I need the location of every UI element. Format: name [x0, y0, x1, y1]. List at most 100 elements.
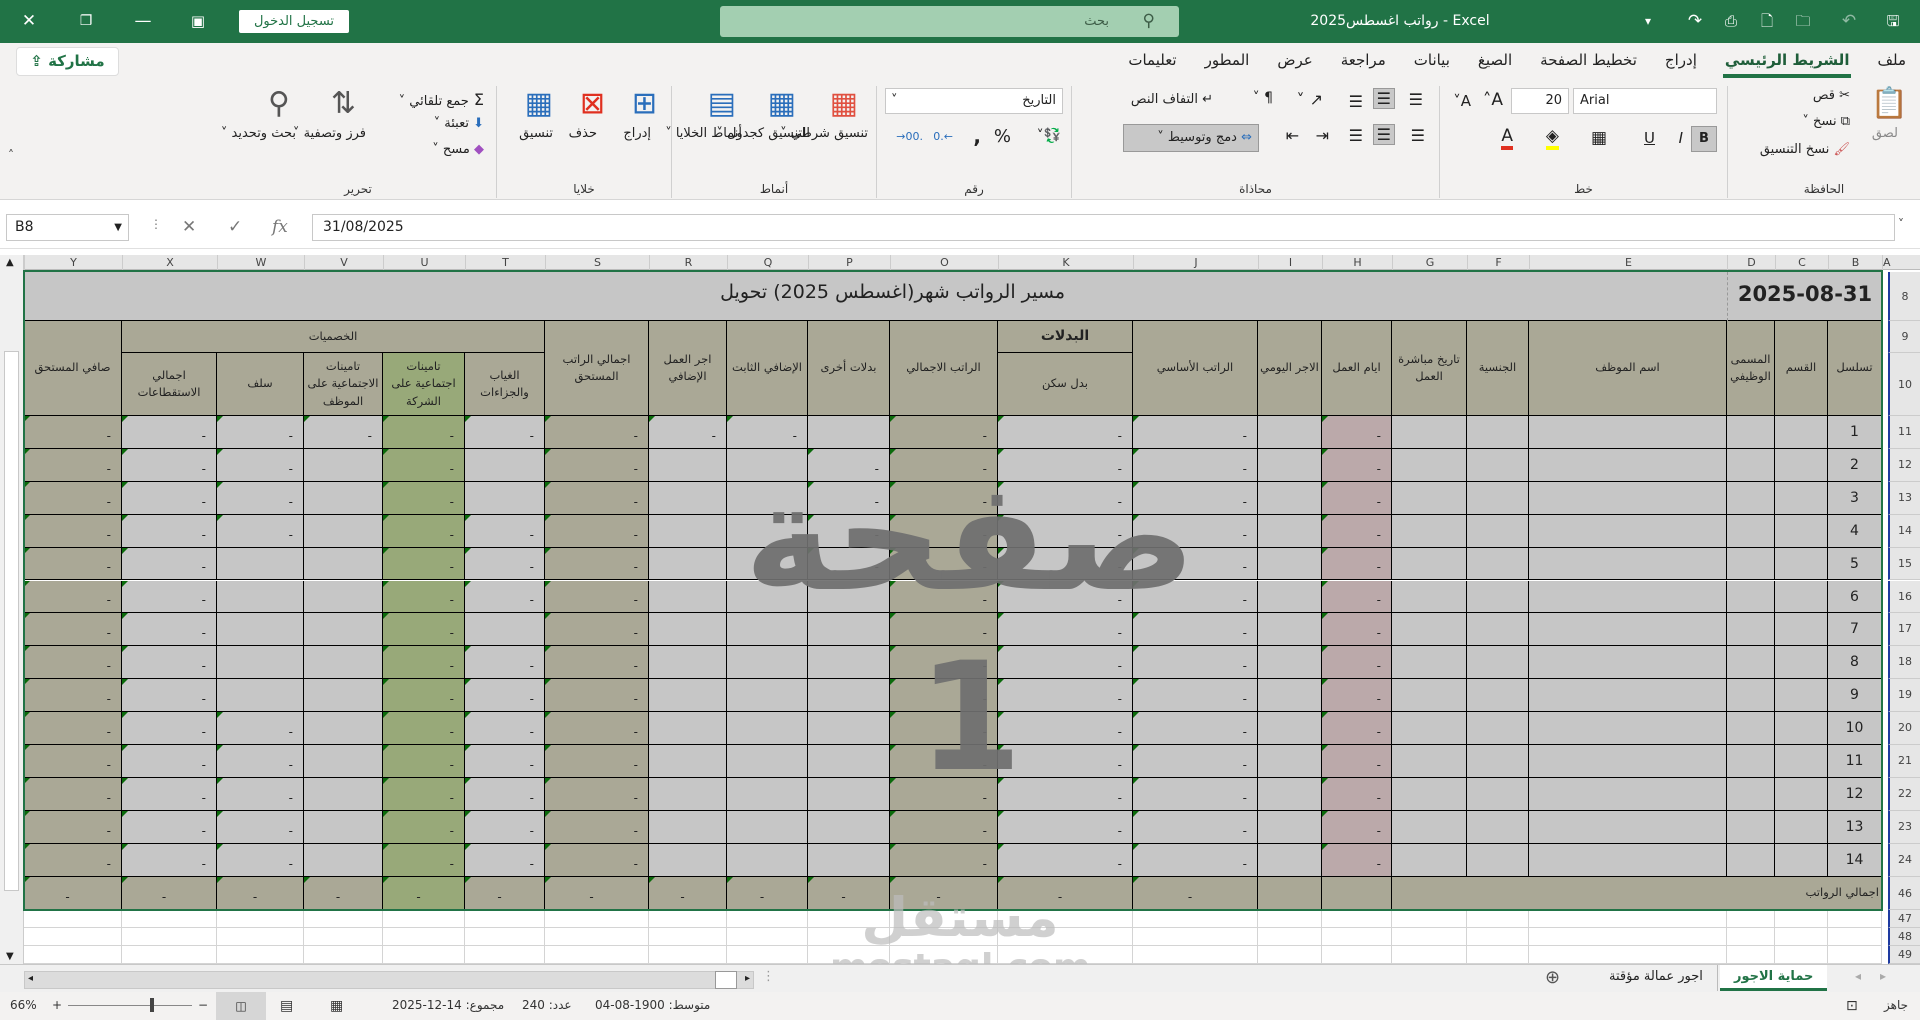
- empty-cell[interactable]: [1258, 910, 1322, 928]
- data-cell-I[interactable]: [1258, 416, 1322, 449]
- row-header-49[interactable]: 49: [1888, 946, 1920, 964]
- data-cell-C[interactable]: [1775, 712, 1828, 745]
- data-cell-U[interactable]: -: [383, 810, 465, 844]
- data-cell-F[interactable]: [1467, 777, 1529, 811]
- data-cell-P[interactable]: [808, 580, 890, 614]
- data-cell-V[interactable]: [304, 777, 383, 811]
- serial-cell[interactable]: 2: [1828, 448, 1882, 482]
- empty-cell[interactable]: [1828, 928, 1882, 946]
- empty-cell[interactable]: [1828, 946, 1882, 964]
- data-cell-I[interactable]: [1258, 514, 1322, 548]
- data-cell-O[interactable]: -: [890, 679, 998, 713]
- data-cell-I[interactable]: [1258, 481, 1322, 515]
- open-folder-icon[interactable]: 🗀: [1790, 8, 1816, 34]
- data-cell-O[interactable]: -: [890, 547, 998, 581]
- column-header-J[interactable]: J: [1133, 255, 1258, 270]
- data-cell-D[interactable]: [1727, 580, 1775, 614]
- data-cell-K[interactable]: -: [998, 580, 1133, 614]
- data-cell-G[interactable]: [1392, 646, 1467, 680]
- data-cell-U[interactable]: -: [383, 646, 465, 680]
- column-header-B[interactable]: B: [1828, 255, 1882, 270]
- data-cell-G[interactable]: [1392, 613, 1467, 647]
- data-cell-Q[interactable]: [727, 613, 808, 647]
- row-header-20[interactable]: 20: [1888, 712, 1920, 745]
- column-header-E[interactable]: E: [1529, 255, 1727, 270]
- empty-cell[interactable]: [217, 910, 304, 928]
- empty-cell[interactable]: [465, 910, 545, 928]
- data-cell-O[interactable]: -: [890, 514, 998, 548]
- zoom-out-icon[interactable]: −: [198, 998, 208, 1012]
- zoom-level[interactable]: 66%: [10, 998, 37, 1012]
- paste-icon[interactable]: 📋: [1871, 86, 1908, 121]
- empty-cell[interactable]: [890, 910, 998, 928]
- empty-cell[interactable]: [465, 946, 545, 964]
- row-header-9[interactable]: 9: [1888, 321, 1920, 353]
- empty-cell[interactable]: [383, 910, 465, 928]
- empty-cell[interactable]: [1392, 928, 1467, 946]
- data-cell-W[interactable]: [217, 580, 304, 614]
- data-cell-Q[interactable]: [727, 843, 808, 877]
- search-box[interactable]: ⚲ بحث: [720, 6, 1179, 37]
- data-cell-F[interactable]: [1467, 481, 1529, 515]
- data-cell-S[interactable]: -: [545, 777, 649, 811]
- ribbon-tab-0[interactable]: ملف: [1863, 43, 1920, 80]
- data-cell-F[interactable]: [1467, 416, 1529, 449]
- data-cell-K[interactable]: -: [998, 679, 1133, 713]
- data-cell-J[interactable]: -: [1133, 547, 1258, 581]
- data-cell-D[interactable]: [1727, 613, 1775, 647]
- fill-color-icon[interactable]: ◈: [1545, 126, 1559, 150]
- row-header-47[interactable]: 47: [1888, 910, 1920, 928]
- zoom-slider[interactable]: [68, 1005, 192, 1006]
- zoom-slider-thumb[interactable]: [150, 998, 154, 1012]
- serial-cell[interactable]: 8: [1828, 646, 1882, 680]
- data-cell-K[interactable]: -: [998, 810, 1133, 844]
- empty-cell[interactable]: [1258, 946, 1322, 964]
- data-cell-D[interactable]: [1727, 448, 1775, 482]
- data-cell-O[interactable]: -: [890, 580, 998, 614]
- align-middle-icon[interactable]: ☰: [1372, 88, 1395, 109]
- data-cell-V[interactable]: [304, 547, 383, 581]
- data-cell-F[interactable]: [1467, 810, 1529, 844]
- data-cell-Q[interactable]: [727, 514, 808, 548]
- data-cell-R[interactable]: -: [649, 416, 727, 449]
- serial-cell[interactable]: 10: [1828, 712, 1882, 745]
- empty-cell[interactable]: [122, 910, 217, 928]
- serial-cell[interactable]: 1: [1828, 416, 1882, 449]
- total-cell-S[interactable]: -: [545, 877, 649, 910]
- data-cell-K[interactable]: -: [998, 481, 1133, 515]
- sheet-tab-wage-protection[interactable]: حماية الاجور: [1720, 965, 1828, 991]
- total-cell-H[interactable]: [1322, 877, 1392, 910]
- data-cell-F[interactable]: [1467, 843, 1529, 877]
- data-cell-T[interactable]: [465, 481, 545, 515]
- data-cell-P[interactable]: [808, 777, 890, 811]
- data-cell-C[interactable]: [1775, 810, 1828, 844]
- column-header-W[interactable]: W: [217, 255, 304, 270]
- data-cell-R[interactable]: [649, 514, 727, 548]
- customize-quick-access-icon[interactable]: ▾: [1635, 8, 1661, 34]
- font-color-icon[interactable]: A: [1501, 126, 1513, 150]
- column-header-T[interactable]: T: [465, 255, 545, 270]
- data-cell-D[interactable]: [1727, 843, 1775, 877]
- data-cell-O[interactable]: -: [890, 416, 998, 449]
- column-header-D[interactable]: D: [1727, 255, 1775, 270]
- increase-font-icon[interactable]: A˄: [1483, 90, 1503, 110]
- data-cell-E[interactable]: [1529, 777, 1727, 811]
- sheet-tab-temporary-labor[interactable]: اجور عمالة مؤقتة: [1595, 965, 1718, 991]
- data-cell-T[interactable]: [465, 613, 545, 647]
- data-cell-V[interactable]: [304, 646, 383, 680]
- insert-cells-button[interactable]: إدراج: [623, 126, 651, 141]
- total-cell-X[interactable]: -: [122, 877, 217, 910]
- empty-cell[interactable]: [545, 946, 649, 964]
- formula-input[interactable]: 31/08/2025: [312, 214, 1895, 241]
- data-cell-O[interactable]: -: [890, 613, 998, 647]
- data-cell-F[interactable]: [1467, 646, 1529, 680]
- empty-cell[interactable]: [890, 946, 998, 964]
- data-cell-S[interactable]: -: [545, 416, 649, 449]
- data-cell-T[interactable]: -: [465, 843, 545, 877]
- data-cell-P[interactable]: [808, 416, 890, 449]
- data-cell-V[interactable]: [304, 843, 383, 877]
- data-cell-T[interactable]: -: [465, 679, 545, 713]
- data-cell-X[interactable]: -: [122, 745, 217, 778]
- data-cell-S[interactable]: -: [545, 712, 649, 745]
- data-cell-R[interactable]: [649, 745, 727, 778]
